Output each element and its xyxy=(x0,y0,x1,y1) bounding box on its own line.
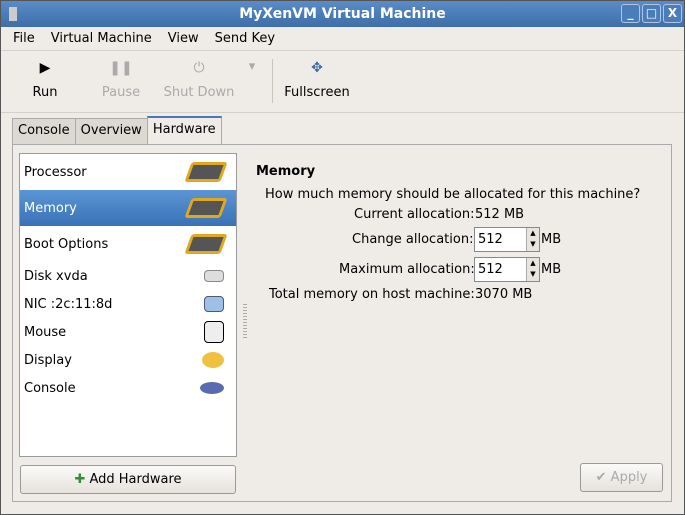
pause-icon: ❚❚ xyxy=(109,60,133,76)
tab-overview[interactable]: Overview xyxy=(74,118,148,144)
max-allocation-spinner[interactable]: 512 ▲ ▼ xyxy=(474,257,540,282)
total-memory-value: 3070 MB xyxy=(475,287,533,302)
toolbar: ▶ Run ❚❚ Pause ⏻ Shut Down ▾ ✥ Fullscreen xyxy=(1,51,684,113)
unit-label: MB xyxy=(541,232,562,247)
power-icon: ⏻ xyxy=(193,60,205,76)
menu-bar: File Virtual Machine View Send Key xyxy=(1,27,684,51)
apply-label: Apply xyxy=(610,470,648,485)
hardware-item-console[interactable]: Console xyxy=(20,374,236,402)
hardware-item-memory[interactable]: Memory xyxy=(20,190,236,226)
spin-arrows-icon[interactable]: ▲ ▼ xyxy=(526,258,539,281)
plus-icon: ✚ xyxy=(74,472,86,487)
network-icon xyxy=(204,296,224,312)
pane-resize-handle[interactable] xyxy=(243,304,247,340)
console-icon xyxy=(200,382,224,394)
change-allocation-label: Change allocation: xyxy=(352,232,474,247)
item-label: Display xyxy=(24,352,72,368)
item-label: Disk xvda xyxy=(24,268,88,284)
disk-icon xyxy=(204,270,224,282)
palette-icon xyxy=(202,352,224,368)
hardware-item-disk[interactable]: Disk xvda xyxy=(20,262,236,290)
hardware-list: Processor Memory Boot Options Disk xvda … xyxy=(19,153,237,457)
pause-label: Pause xyxy=(101,85,141,100)
play-icon: ▶ xyxy=(39,60,51,76)
menu-virtual-machine[interactable]: Virtual Machine xyxy=(43,31,160,46)
hardware-item-nic[interactable]: NIC :2c:11:8d xyxy=(20,290,236,318)
run-label: Run xyxy=(32,85,58,100)
memory-heading: Memory xyxy=(256,164,316,179)
hardware-item-processor[interactable]: Processor xyxy=(20,154,236,190)
close-button[interactable]: X xyxy=(663,4,682,23)
item-label: Console xyxy=(24,380,76,396)
check-icon: ✔ xyxy=(595,470,607,485)
spin-arrows-icon[interactable]: ▲ ▼ xyxy=(526,228,539,251)
memory-question: How much memory should be allocated for … xyxy=(265,187,641,202)
item-label: NIC :2c:11:8d xyxy=(24,296,113,312)
max-allocation-label: Maximum allocation: xyxy=(339,262,475,277)
item-label: Processor xyxy=(24,164,87,180)
item-label: Memory xyxy=(24,200,77,216)
shutdown-dropdown[interactable]: ▾ xyxy=(245,59,259,119)
item-label: Mouse xyxy=(24,324,67,340)
menu-file[interactable]: File xyxy=(5,31,43,46)
minimize-button[interactable]: _ xyxy=(621,4,640,23)
item-label: Boot Options xyxy=(24,236,109,252)
hardware-item-display[interactable]: Display xyxy=(20,346,236,374)
hardware-item-boot-options[interactable]: Boot Options xyxy=(20,226,236,262)
maximize-button[interactable]: □ xyxy=(642,4,661,23)
fullscreen-button[interactable]: ✥ Fullscreen xyxy=(283,51,351,111)
chip-icon xyxy=(184,162,228,182)
apply-button[interactable]: ✔ Apply xyxy=(580,463,663,492)
unit-label: MB xyxy=(541,262,562,277)
change-allocation-spinner[interactable]: 512 ▲ ▼ xyxy=(474,227,540,252)
menu-send-key[interactable]: Send Key xyxy=(207,31,283,46)
window-title: MyXenVM Virtual Machine xyxy=(239,6,446,22)
pause-button[interactable]: ❚❚ Pause xyxy=(95,51,147,111)
app-icon xyxy=(9,7,17,21)
hardware-item-mouse[interactable]: Mouse xyxy=(20,318,236,346)
shutdown-button[interactable]: ⏻ Shut Down xyxy=(161,51,237,111)
shutdown-label: Shut Down xyxy=(163,85,235,100)
chip-icon xyxy=(184,234,228,254)
change-allocation-value: 512 xyxy=(478,232,503,247)
tab-console[interactable]: Console xyxy=(12,118,76,144)
fullscreen-icon: ✥ xyxy=(311,60,323,76)
tab-hardware[interactable]: Hardware xyxy=(146,116,222,144)
run-button[interactable]: ▶ Run xyxy=(19,51,71,111)
add-hardware-button[interactable]: ✚ Add Hardware xyxy=(20,465,236,494)
tab-bar: Console Overview Hardware xyxy=(12,116,222,144)
total-memory-label: Total memory on host machine: xyxy=(269,287,475,302)
chip-icon xyxy=(184,198,228,218)
menu-view[interactable]: View xyxy=(160,31,207,46)
max-allocation-value: 512 xyxy=(478,262,503,277)
title-bar: MyXenVM Virtual Machine _ □ X xyxy=(1,1,684,27)
current-allocation-label: Current allocation: xyxy=(354,207,475,222)
add-hardware-label: Add Hardware xyxy=(89,472,182,487)
toolbar-separator xyxy=(272,59,273,103)
fullscreen-label: Fullscreen xyxy=(284,85,350,100)
current-allocation-value: 512 MB xyxy=(475,207,525,222)
mouse-icon xyxy=(204,321,224,343)
chevron-down-icon: ▾ xyxy=(248,59,256,74)
